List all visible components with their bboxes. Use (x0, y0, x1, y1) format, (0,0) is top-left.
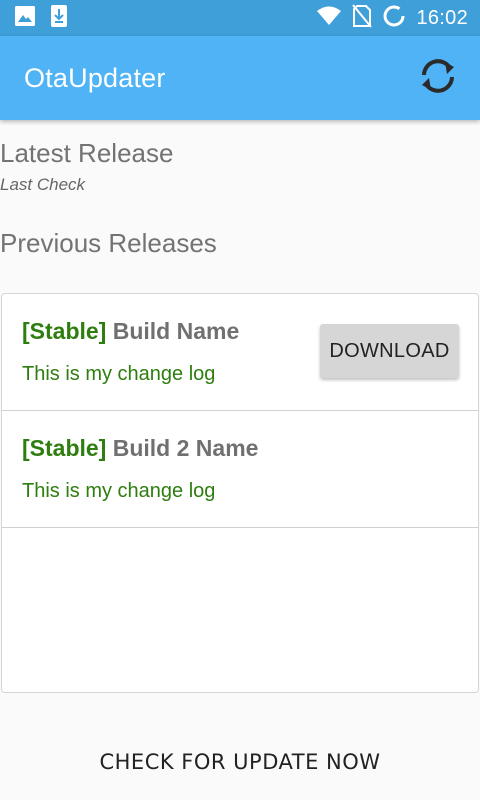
build-name-text: Build Name (112, 318, 240, 344)
list-item[interactable]: [Stable] Build 2 Name This is my change … (2, 411, 478, 528)
status-bar: 16:02 (0, 0, 480, 36)
refresh-icon (417, 57, 459, 100)
list-item[interactable]: [Stable] Build Name This is my change lo… (2, 294, 478, 411)
build-name: [Stable] Build 2 Name (22, 435, 258, 462)
build-name: [Stable] Build Name (22, 318, 239, 345)
changelog: This is my change log (22, 480, 216, 502)
release-list: [Stable] Build Name This is my change lo… (1, 293, 479, 693)
sync-loading-icon (382, 4, 406, 33)
changelog: This is my change log (22, 363, 216, 385)
stable-tag: [Stable] (22, 435, 107, 461)
last-check-label: Last Check (0, 175, 86, 194)
previous-releases-heading: Previous Releases (0, 228, 217, 258)
download-button[interactable]: DOWNLOAD (320, 324, 459, 378)
wifi-icon (316, 6, 342, 31)
no-sim-icon (352, 3, 373, 33)
status-time: 16:02 (416, 6, 468, 29)
app-title: OtaUpdater (24, 62, 166, 93)
image-icon (14, 5, 36, 32)
app-bar: OtaUpdater (0, 36, 480, 120)
latest-release-heading: Latest Release (0, 138, 174, 168)
stable-tag: [Stable] (22, 318, 107, 344)
refresh-button[interactable] (414, 54, 462, 102)
download-notification-icon (50, 4, 68, 33)
check-for-update-button[interactable]: CHECK FOR UPDATE NOW (0, 738, 480, 786)
build-name-text: Build 2 Name (112, 435, 259, 461)
